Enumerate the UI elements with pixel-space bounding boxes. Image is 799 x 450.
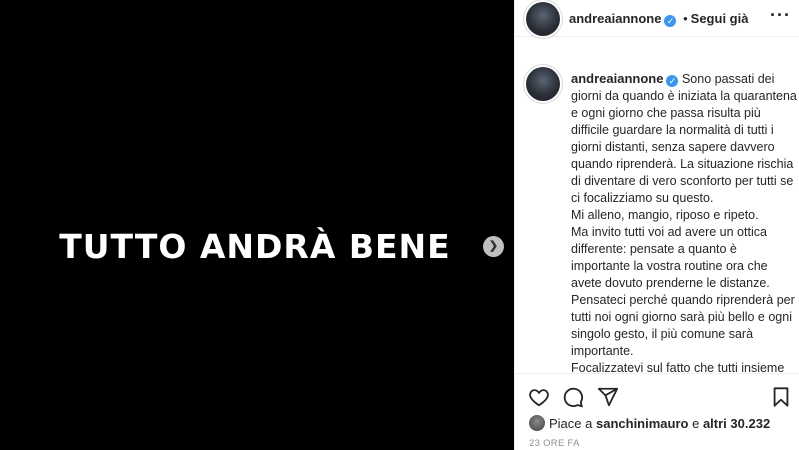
caption-paragraph: Pensateci perché quando riprenderà per t… <box>571 293 795 358</box>
post-media: TUTTO ANDRÀ BENE ❯ <box>0 0 514 450</box>
action-bar: Piace a sanchinimauro e altri 30.232 23 … <box>515 373 799 450</box>
liker-username[interactable]: sanchinimauro <box>596 416 688 431</box>
follow-button[interactable]: Segui già <box>691 11 749 26</box>
caption-paragraph: andreaiannone ✓ Sono passati dei giorni d… <box>571 71 797 205</box>
liker-avatar[interactable] <box>529 415 545 431</box>
post-header: andreaiannone ✓ • Segui già ··· <box>515 0 799 37</box>
comments-area[interactable]: andreaiannone ✓ Sono passati dei giorni d… <box>515 37 799 373</box>
post-caption: andreaiannone ✓ Sono passati dei giorni d… <box>571 70 797 373</box>
caption-paragraph: Focalizzatevi sul fatto che tutti insiem… <box>571 361 785 373</box>
verified-badge-icon: ✓ <box>666 75 679 87</box>
next-slide-button[interactable]: ❯ <box>483 236 504 257</box>
header-row: andreaiannone ✓ • Segui già <box>569 11 748 27</box>
separator-dot: • <box>683 11 688 26</box>
comment-icon[interactable] <box>562 386 584 408</box>
chevron-right-icon: ❯ <box>488 240 499 252</box>
caption-paragraph: Mi alleno, mangio, riposo e ripeto. <box>571 208 759 222</box>
post-panel: andreaiannone ✓ • Segui già ··· andreaiann… <box>514 0 799 450</box>
media-text: TUTTO ANDRÀ BENE <box>59 227 451 266</box>
avatar[interactable] <box>526 2 560 36</box>
caption-avatar[interactable] <box>526 67 560 101</box>
caption-username[interactable]: andreaiannone <box>571 71 663 86</box>
likes-count[interactable]: altri 30.232 <box>703 416 770 431</box>
ellipsis-icon[interactable]: ··· <box>770 5 791 26</box>
likes-summary: Piace a sanchinimauro e altri 30.232 <box>529 415 770 431</box>
caption-paragraph: Ma invito tutti voi ad avere un ottica d… <box>571 225 770 290</box>
paper-plane-icon[interactable] <box>597 386 619 408</box>
heart-icon[interactable] <box>528 386 550 408</box>
bookmark-icon[interactable] <box>770 386 792 408</box>
header-username[interactable]: andreaiannone <box>569 11 661 26</box>
post-timestamp[interactable]: 23 ORE FA <box>529 438 580 449</box>
verified-badge-icon: ✓ <box>664 15 677 27</box>
